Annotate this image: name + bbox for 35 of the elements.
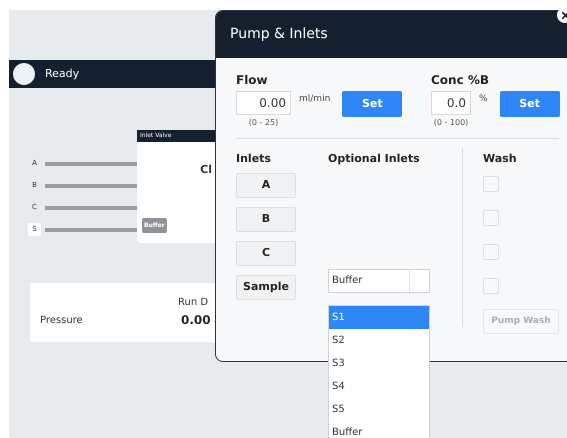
wash-checkbox[interactable] — [483, 176, 499, 192]
inlet-button[interactable]: Sample — [236, 275, 296, 300]
wash-checkbox[interactable] — [483, 244, 499, 260]
pressure-value: 0.00 — [181, 312, 211, 329]
pressure-label: Pressure — [40, 314, 83, 328]
optional-inlet-select[interactable]: Buffer — [328, 269, 430, 293]
status-text: Ready — [45, 66, 80, 82]
unit-label: % — [479, 93, 488, 106]
dialog-title: Pump & Inlets — [230, 25, 328, 44]
optional-inlets-heading: Optional Inlets — [328, 153, 421, 165]
dropdown-option[interactable]: S5 — [329, 398, 429, 421]
status-indicator-icon — [13, 63, 35, 85]
wash-checkbox[interactable] — [483, 210, 499, 226]
dropdown-option[interactable]: Buffer — [329, 421, 429, 438]
input-field[interactable]: 0.00 — [236, 91, 291, 115]
field-label: Flow — [236, 72, 269, 88]
inlet-button[interactable]: B — [236, 207, 296, 232]
input-field[interactable]: 0.0 — [431, 91, 471, 115]
dropdown-option[interactable]: S1 — [329, 306, 429, 329]
unit-label: ml/min — [299, 93, 330, 106]
run-data-heading: Run D — [178, 296, 208, 310]
dropdown-option[interactable]: S3 — [329, 352, 429, 375]
valve-state-text: Cl — [200, 162, 212, 178]
range-hint: (0 - 100) — [434, 117, 468, 129]
set-button[interactable]: Set — [342, 91, 402, 117]
wash-heading: Wash — [483, 153, 518, 165]
field-label: Conc %B — [431, 72, 490, 88]
inlet-button[interactable]: A — [236, 173, 296, 198]
range-hint: (0 - 25) — [248, 117, 278, 129]
dropdown-option[interactable]: S2 — [329, 329, 429, 352]
set-button[interactable]: Set — [500, 91, 560, 117]
wash-checkbox[interactable] — [483, 278, 499, 294]
inlets-heading: Inlets — [236, 153, 272, 165]
dropdown-option[interactable]: S4 — [329, 375, 429, 398]
inlet-button[interactable]: C — [236, 241, 296, 266]
